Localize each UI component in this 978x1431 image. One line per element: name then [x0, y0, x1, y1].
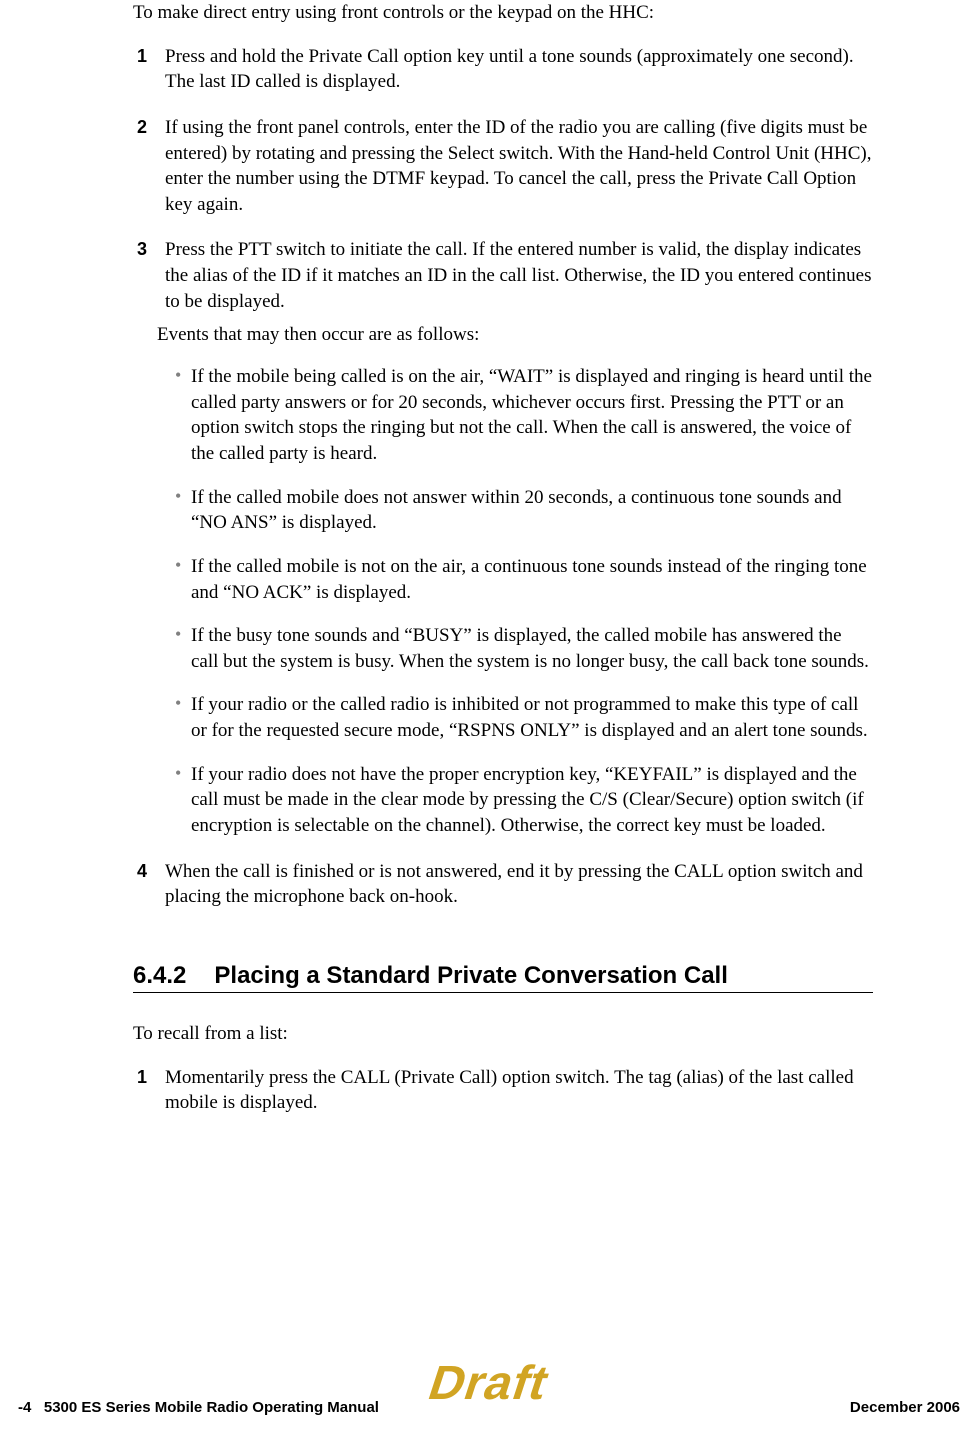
- section-6-4-2: 6.4.2 Placing a Standard Private Conversa…: [133, 962, 873, 1116]
- event-item: If your radio does not have the proper e…: [175, 762, 873, 839]
- page-content: To make direct entry using front control…: [133, 0, 873, 1136]
- section-rule: [133, 992, 873, 993]
- footer-left: -4 5300 ES Series Mobile Radio Operating…: [18, 1399, 379, 1416]
- step-text: If using the front panel controls, enter…: [165, 117, 871, 215]
- step-text: Momentarily press the CALL (Private Call…: [165, 1067, 854, 1114]
- step-2: 2 If using the front panel controls, ent…: [133, 115, 873, 218]
- step-number: 3: [137, 237, 147, 261]
- events-list: If the mobile being called is on the air…: [165, 364, 873, 839]
- intro-text: To make direct entry using front control…: [133, 0, 873, 26]
- event-item: If the mobile being called is on the air…: [175, 364, 873, 467]
- step-number: 2: [137, 115, 147, 139]
- step-3: 3 Press the PTT switch to initiate the c…: [133, 237, 873, 838]
- step-4: 4 When the call is finished or is not an…: [133, 859, 873, 910]
- step-text: Press and hold the Private Call option k…: [165, 46, 854, 93]
- footer-right: December 2006: [850, 1399, 960, 1416]
- step-text: When the call is finished or is not answ…: [165, 861, 863, 908]
- step-number: 4: [137, 859, 147, 883]
- section-steps: 1 Momentarily press the CALL (Private Ca…: [133, 1065, 873, 1116]
- section-heading: 6.4.2 Placing a Standard Private Conversa…: [133, 962, 873, 990]
- event-item: If the called mobile is not on the air, …: [175, 554, 873, 605]
- draft-watermark: Draft: [422, 1356, 557, 1411]
- page-number: -4: [18, 1399, 31, 1416]
- section-intro: To recall from a list:: [133, 1021, 873, 1047]
- step-1: 1 Press and hold the Private Call option…: [133, 44, 873, 95]
- section-step-1: 1 Momentarily press the CALL (Private Ca…: [133, 1065, 873, 1116]
- step-number: 1: [137, 44, 147, 68]
- events-intro: Events that may then occur are as follow…: [157, 322, 873, 348]
- section-number: 6.4.2: [133, 962, 186, 990]
- event-item: If the called mobile does not answer wit…: [175, 485, 873, 536]
- step-text: Press the PTT switch to initiate the cal…: [165, 239, 871, 311]
- event-item: If the busy tone sounds and “BUSY” is di…: [175, 623, 873, 674]
- section-title: Placing a Standard Private Conversation …: [214, 962, 728, 989]
- main-steps: 1 Press and hold the Private Call option…: [133, 44, 873, 910]
- manual-title: 5300 ES Series Mobile Radio Operating Ma…: [44, 1399, 379, 1416]
- step-number: 1: [137, 1065, 147, 1089]
- event-item: If your radio or the called radio is inh…: [175, 692, 873, 743]
